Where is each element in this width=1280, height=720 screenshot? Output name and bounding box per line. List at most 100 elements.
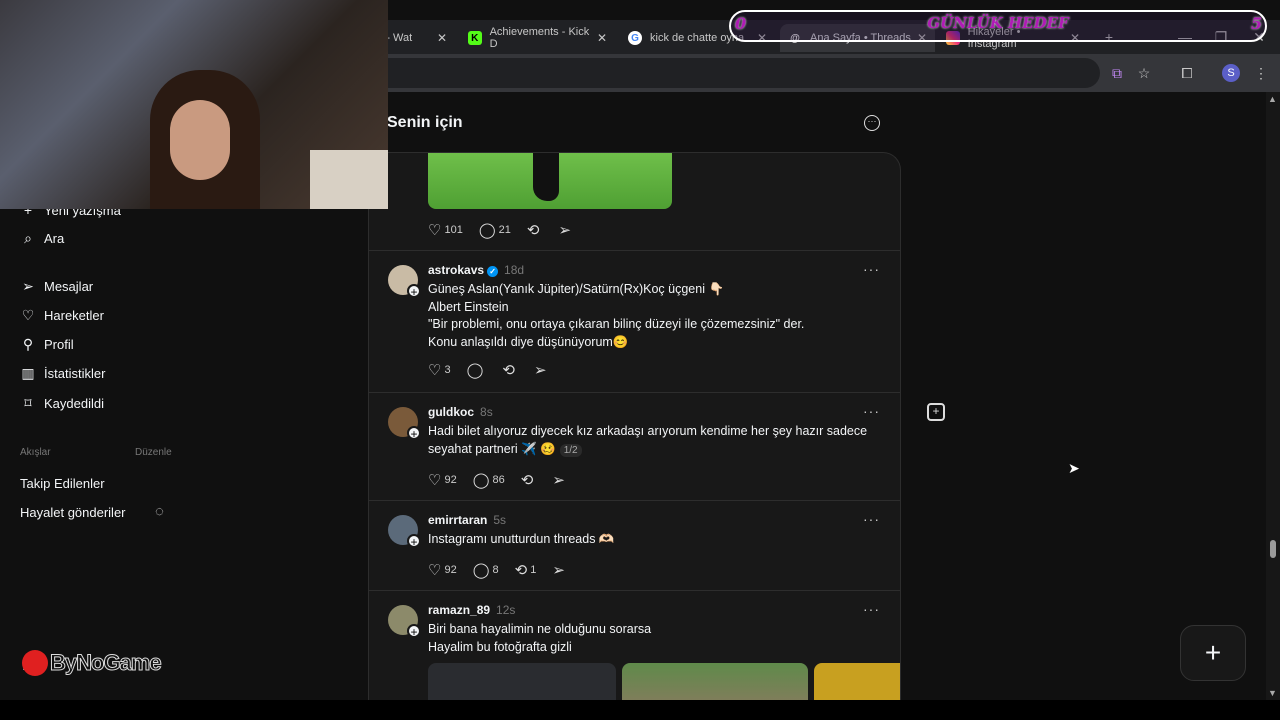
avatar[interactable]: + <box>388 407 421 441</box>
kick-icon: K <box>468 31 482 45</box>
extensions-icon[interactable]: ⧠ <box>1176 62 1198 84</box>
repost-button[interactable]: ⟲ <box>502 361 518 379</box>
like-button[interactable]: ♡ 101 <box>428 221 463 239</box>
feed-options-icon[interactable]: ··· <box>864 115 880 131</box>
comment-icon: ◯ <box>472 472 490 489</box>
username[interactable]: guldkoc <box>428 405 474 419</box>
repost-button[interactable]: ⟲ <box>521 471 537 489</box>
username[interactable]: astrokavs <box>428 263 484 277</box>
goal-target: 5 <box>1251 14 1263 33</box>
feed-card: ♡ 101 ◯ 21 ⟲ ➢ + astrokavs ✓ 18d ··· Güneş A… <box>368 152 901 712</box>
boot-shape <box>533 153 559 201</box>
scrollbar-thumb[interactable] <box>1270 540 1276 558</box>
share-button[interactable]: ➢ <box>558 221 574 239</box>
heart-icon: ♡ <box>428 362 442 379</box>
feed-item-ghost-posts[interactable]: Hayalet gönderiler <box>20 501 126 523</box>
send-icon: ➢ <box>22 277 34 294</box>
follow-plus-icon[interactable]: + <box>407 284 421 299</box>
comment-count: 21 <box>498 224 511 236</box>
feeds-edit-link[interactable]: Düzenle <box>135 447 172 458</box>
tab-label: Achievements - Kick D <box>489 26 590 50</box>
google-icon: G <box>628 31 642 45</box>
sidebar-item-activity[interactable]: ♡ Hareketler <box>20 304 104 326</box>
like-button[interactable]: ♡ 92 <box>428 471 457 489</box>
comment-count: 86 <box>492 474 505 486</box>
avatar[interactable]: + <box>388 265 421 299</box>
avatar[interactable]: + <box>388 605 421 639</box>
post-time: 5s <box>493 513 507 527</box>
ghost-icon[interactable]: ◌ <box>155 503 164 520</box>
share-icon: ➢ <box>552 562 565 579</box>
comment-icon: ◯ <box>478 222 496 239</box>
comment-button[interactable]: ◯ 21 <box>479 221 511 239</box>
person-icon: ⚲ <box>22 335 34 352</box>
post-more-icon[interactable]: ··· <box>863 601 880 617</box>
repost-button[interactable]: ⟲ 1 <box>515 561 537 579</box>
close-icon[interactable]: ✕ <box>437 31 447 45</box>
share-button[interactable]: ➢ <box>552 471 568 489</box>
post-text: Güneş Aslan(Yanık Jüpiter)/Satürn(Rx)Koç… <box>428 281 868 351</box>
media-pager: 1/2 <box>559 443 582 457</box>
post-more-icon[interactable]: ··· <box>863 511 880 527</box>
post-image[interactable] <box>428 153 672 209</box>
add-column-icon[interactable]: + <box>927 403 945 421</box>
share-button[interactable]: ➢ <box>552 561 568 579</box>
radiator <box>310 150 388 209</box>
username[interactable]: emirrtaran <box>428 513 487 527</box>
new-post-button[interactable]: + <box>1180 625 1246 681</box>
avatar[interactable]: + <box>388 515 421 549</box>
repost-button[interactable]: ⟲ <box>527 221 543 239</box>
post-text: Hadi bilet alıyoruz diyecek kız arkadaşı… <box>428 423 868 459</box>
share-button[interactable]: ➢ <box>534 361 550 379</box>
follow-plus-icon[interactable]: + <box>407 426 421 441</box>
like-button[interactable]: ♡ 3 <box>428 361 451 379</box>
like-count: 92 <box>444 474 457 486</box>
sidebar-item-label: İstatistikler <box>44 365 106 381</box>
heart-icon: ♡ <box>428 222 442 239</box>
sidebar-item-label: Kaydedildi <box>44 395 104 411</box>
share-icon: ➢ <box>558 222 572 239</box>
follow-plus-icon[interactable]: + <box>407 534 421 549</box>
repost-count: 1 <box>530 564 537 576</box>
post-text: Instagramı unutturdun threads 🫶🏻 <box>428 531 868 549</box>
close-icon[interactable]: ✕ <box>597 31 607 45</box>
post-actions: ♡ 92 ◯ 8 ⟲ 1 ➢ <box>428 561 584 579</box>
scroll-down-icon[interactable]: ▼ <box>1268 688 1277 698</box>
post-actions: ♡ 3 ◯ ⟲ ➢ <box>428 361 566 379</box>
share-icon: ➢ <box>533 362 547 379</box>
comment-button[interactable]: ◯ 86 <box>473 471 505 489</box>
post-more-icon[interactable]: ··· <box>863 261 880 277</box>
comment-button[interactable]: ◯ 8 <box>473 561 499 579</box>
profile-avatar[interactable]: S <box>1220 62 1242 84</box>
brand-logo-icon <box>22 650 48 676</box>
scrollbar[interactable] <box>1266 92 1280 700</box>
comment-count: 8 <box>492 564 499 576</box>
star-icon[interactable]: ☆ <box>1133 62 1155 84</box>
post-line: "Bir problemi, onu ortaya çıkaran bilinç… <box>428 317 805 331</box>
share-icon: ➢ <box>552 472 565 489</box>
repost-icon: ⟲ <box>514 562 528 579</box>
taskbar-strip <box>0 700 1280 720</box>
scroll-up-icon[interactable]: ▲ <box>1268 94 1277 104</box>
menu-kebab-icon[interactable]: ⋮ <box>1250 62 1272 84</box>
heart-icon: ♡ <box>428 562 442 579</box>
sidebar-item-messages[interactable]: ➢ Mesajlar <box>20 275 93 297</box>
like-count: 101 <box>444 224 463 236</box>
post-more-icon[interactable]: ··· <box>863 403 880 419</box>
repost-icon: ⟲ <box>520 472 534 489</box>
post-partial: ♡ 101 ◯ 21 ⟲ ➢ <box>369 153 900 251</box>
install-app-icon[interactable]: ⧉ <box>1106 62 1128 84</box>
sidebar-item-profile[interactable]: ⚲ Profil <box>20 333 74 355</box>
address-input[interactable] <box>370 58 1100 88</box>
tab-kick[interactable]: K Achievements - Kick D ✕ <box>460 24 615 52</box>
page-title: Senin için <box>387 114 463 131</box>
like-button[interactable]: ♡ 92 <box>428 561 457 579</box>
repost-icon: ⟲ <box>502 362 515 379</box>
follow-plus-icon[interactable]: + <box>407 624 421 639</box>
username[interactable]: ramazn_89 <box>428 603 490 617</box>
feed-item-following[interactable]: Takip Edilenler <box>20 472 105 494</box>
comment-button[interactable]: ◯ <box>467 361 487 379</box>
sidebar-item-search[interactable]: ⌕ Ara <box>20 227 64 249</box>
sidebar-item-saved[interactable]: ⌑ Kaydedildi <box>20 392 104 414</box>
sidebar-item-insights[interactable]: ▥ İstatistikler <box>20 362 105 384</box>
